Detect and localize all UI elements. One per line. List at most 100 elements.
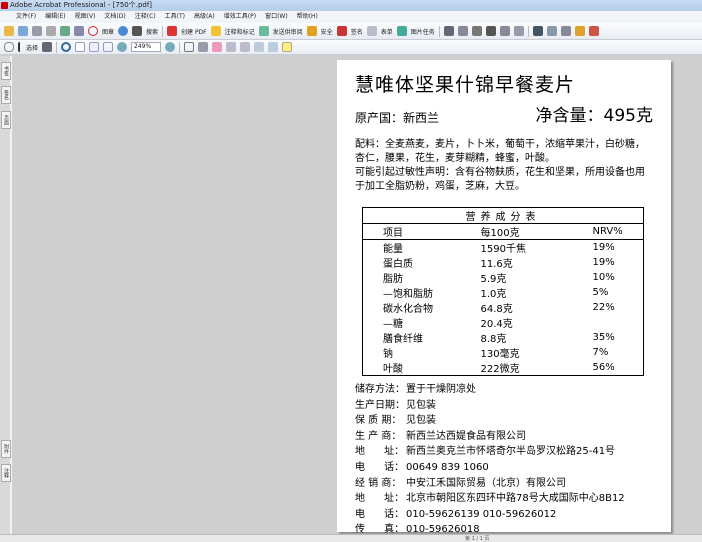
measure-icon[interactable] bbox=[560, 26, 571, 36]
actual-size-icon[interactable] bbox=[75, 42, 86, 52]
save-icon[interactable] bbox=[32, 26, 42, 36]
menu-document[interactable]: 文档(D) bbox=[104, 11, 125, 23]
attach-icon[interactable] bbox=[74, 26, 84, 36]
info-line: 经 销 商： 中安江禾国际贸易（北京）有限公司 bbox=[355, 476, 653, 492]
info-line: 保 质 期： 见包装 bbox=[355, 413, 653, 429]
find-icon[interactable] bbox=[240, 42, 251, 52]
info-line: 地 址： 新西兰奥克兰市怀塔奇尔半岛罗汉松路25-41号 bbox=[355, 444, 653, 460]
forward-icon[interactable] bbox=[268, 42, 279, 52]
open-icon[interactable] bbox=[4, 26, 14, 36]
menu-advanced[interactable]: 高级(A) bbox=[194, 11, 215, 23]
tab-bookmarks[interactable]: 书签 bbox=[1, 62, 11, 80]
nutrient-nrv: 19% bbox=[592, 257, 615, 268]
search-doc-icon[interactable] bbox=[226, 42, 237, 52]
menu-view[interactable]: 视图(V) bbox=[75, 11, 96, 23]
nutrient-amount: 20.4克 bbox=[480, 319, 513, 330]
forms-button[interactable]: 表单 bbox=[381, 27, 393, 36]
link-icon[interactable] bbox=[499, 26, 510, 36]
note-icon[interactable] bbox=[282, 42, 293, 52]
secure-button[interactable]: 安全 bbox=[321, 27, 333, 36]
comment-markup-button[interactable]: 注释和标记 bbox=[225, 27, 255, 36]
pages-icon[interactable] bbox=[198, 42, 209, 52]
stamp-icon[interactable] bbox=[88, 26, 98, 36]
info-line: 生产日期： 见包装 bbox=[355, 398, 653, 414]
table-row: 碳水化合物 64.8克 22% bbox=[363, 300, 644, 315]
stamp-button[interactable]: 图章 bbox=[102, 27, 114, 36]
table-row: 能量 1590千焦 19% bbox=[363, 240, 644, 255]
nutrient-nrv: 35% bbox=[592, 332, 615, 343]
product-info: 储存方法： 置于干燥阴凉处 生产日期： 见包装保 质 期： 见包装生 产 商： 新西兰达西… bbox=[355, 382, 653, 538]
fit-width-icon[interactable] bbox=[103, 42, 114, 52]
status-bar: 第 1 / 1 页 bbox=[0, 534, 702, 542]
info-label: 经 销 商： bbox=[355, 477, 402, 489]
menu-tools[interactable]: 工具(T) bbox=[165, 11, 185, 23]
organizer-icon[interactable] bbox=[18, 26, 28, 36]
crop-icon[interactable] bbox=[457, 26, 468, 36]
picture-tasks-button[interactable]: 图片任务 bbox=[411, 27, 435, 36]
main-toolbar: 图章 搜索 创建 PDF 注释和标记 发送供审阅 安全 签名 表单 图片任务 bbox=[0, 23, 702, 40]
info-label: 保 质 期： bbox=[355, 415, 402, 427]
zoom-out-icon[interactable] bbox=[117, 42, 128, 52]
origin: 原产国：新西兰 bbox=[355, 111, 440, 125]
zoom-level-field[interactable]: 249% bbox=[131, 42, 162, 52]
edit-tool-icon[interactable] bbox=[443, 26, 454, 36]
menu-comments[interactable]: 注释(C) bbox=[135, 11, 156, 23]
nutrient-nrv bbox=[593, 315, 644, 330]
tab-attachments[interactable]: 附件 bbox=[1, 440, 11, 458]
pointer-icon[interactable] bbox=[532, 26, 543, 36]
hand-tool-icon[interactable] bbox=[4, 42, 14, 52]
sign-button[interactable]: 签名 bbox=[351, 27, 363, 36]
tab-comments[interactable]: 注释 bbox=[1, 464, 11, 482]
info-value: 置于干燥阴凉处 bbox=[406, 384, 476, 395]
back-icon[interactable] bbox=[254, 42, 265, 52]
info-line: 生 产 商： 新西兰达西媞食品有限公司 bbox=[355, 429, 653, 445]
text-select-icon[interactable] bbox=[546, 26, 557, 36]
nutrition-table-title: 营养成分表 bbox=[362, 207, 644, 224]
create-pdf-button[interactable]: 创建 PDF bbox=[181, 27, 207, 36]
menu-help[interactable]: 帮助(H) bbox=[297, 11, 318, 23]
tab-signatures[interactable]: 签名 bbox=[1, 86, 11, 104]
zoom-in-button-icon[interactable] bbox=[165, 42, 176, 52]
menu-edit[interactable]: 编辑(E) bbox=[45, 11, 65, 23]
select-button[interactable]: 选择 bbox=[26, 43, 38, 52]
nutrition-table: 营养成分表 项目 每100克 NRV% 能量 1590千焦 19% 蛋白质 11.6克 1… bbox=[362, 207, 644, 376]
acrobat-logo-icon bbox=[1, 2, 8, 9]
touchup-icon[interactable] bbox=[471, 26, 482, 36]
send-review-button[interactable]: 发送供审阅 bbox=[273, 27, 303, 36]
review-icon bbox=[258, 26, 269, 36]
web-icon[interactable] bbox=[118, 26, 129, 36]
navigation-sidebar: 书签 签名 页面 附件 注释 bbox=[0, 56, 12, 536]
menu-file[interactable]: 文件(F) bbox=[16, 11, 36, 23]
nutrient-name: 膳食纤维 bbox=[383, 334, 423, 345]
pdf-icon[interactable] bbox=[212, 42, 223, 52]
object-icon[interactable] bbox=[485, 26, 496, 36]
article-icon[interactable] bbox=[513, 26, 524, 36]
nutrient-nrv: 56% bbox=[592, 362, 615, 373]
search-button[interactable]: 搜索 bbox=[146, 27, 158, 36]
email-icon[interactable] bbox=[60, 26, 70, 36]
zoom-in-icon[interactable] bbox=[61, 42, 72, 52]
nutrient-name: 能量 bbox=[383, 244, 403, 255]
info-label: 电 话： bbox=[355, 508, 405, 520]
info-value: 北京市朝阳区东四环中路78号大成国际中心8B12 bbox=[406, 493, 625, 505]
info-value: 见包装 bbox=[406, 399, 436, 411]
nutrient-amount: 64.8克 bbox=[480, 304, 513, 315]
info-value: 新西兰奥克兰市怀塔奇尔半岛罗汉松路25-41号 bbox=[406, 446, 616, 458]
secondary-toolbar: 选择 249% bbox=[0, 40, 702, 55]
print-icon[interactable] bbox=[46, 26, 56, 36]
snapshot-icon[interactable] bbox=[42, 42, 53, 52]
hand-icon[interactable] bbox=[574, 26, 585, 36]
fit-page-icon[interactable] bbox=[89, 42, 100, 52]
page-indicator[interactable]: 第 1 / 1 页 bbox=[465, 535, 489, 542]
menu-window[interactable]: 窗口(W) bbox=[265, 11, 288, 23]
plugin-icon[interactable] bbox=[588, 26, 599, 36]
tab-pages[interactable]: 页面 bbox=[1, 111, 11, 129]
menu-plugins[interactable]: 增效工具(P) bbox=[224, 11, 256, 23]
table-row: 脂肪 5.9克 10% bbox=[363, 270, 644, 285]
rotate-icon[interactable] bbox=[184, 42, 195, 52]
header-item: 项目 bbox=[362, 223, 481, 240]
lock-icon bbox=[306, 26, 317, 36]
info-line: 电 话： 010-59626139 010-59626012 bbox=[355, 507, 653, 523]
nutrient-nrv: 19% bbox=[592, 242, 615, 253]
net-weight: 净含量：495克 bbox=[535, 106, 653, 126]
